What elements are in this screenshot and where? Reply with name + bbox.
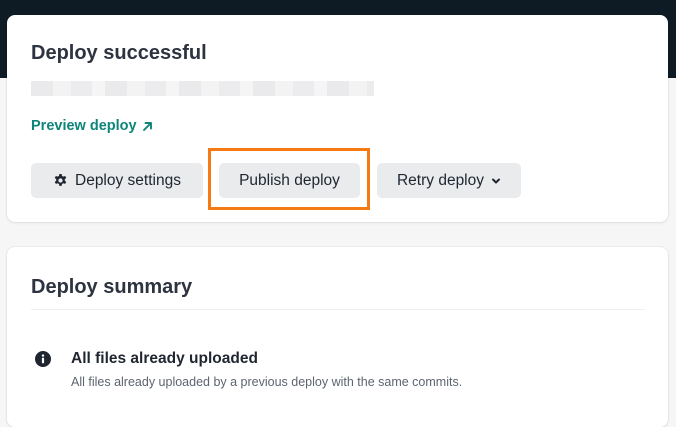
retry-deploy-label: Retry deploy <box>396 171 484 189</box>
summary-item-description: All files already uploaded by a previous… <box>71 375 463 389</box>
deploy-settings-label: Deploy settings <box>75 171 181 189</box>
preview-deploy-label: Preview deploy <box>31 118 137 134</box>
publish-deploy-label: Publish deploy <box>239 171 340 189</box>
redacted-deploy-details <box>31 81 374 96</box>
deploy-summary-card: Deploy summary All files already uploade… <box>7 247 668 427</box>
gear-icon <box>54 173 67 186</box>
deploy-settings-button[interactable]: Deploy settings <box>31 163 203 198</box>
deploy-status-card: Deploy successful Preview deploy Deploy … <box>7 15 668 222</box>
summary-divider <box>31 309 645 310</box>
summary-item-heading: All files already uploaded <box>71 350 258 367</box>
preview-deploy-link[interactable]: Preview deploy <box>31 118 153 134</box>
info-icon <box>35 351 51 367</box>
deploy-summary-title: Deploy summary <box>31 276 193 298</box>
chevron-down-icon <box>492 178 500 183</box>
deploy-status-title: Deploy successful <box>31 42 207 64</box>
arrow-up-right-icon <box>142 121 152 131</box>
publish-deploy-button[interactable]: Publish deploy <box>219 163 360 198</box>
retry-deploy-button[interactable]: Retry deploy <box>377 163 521 198</box>
